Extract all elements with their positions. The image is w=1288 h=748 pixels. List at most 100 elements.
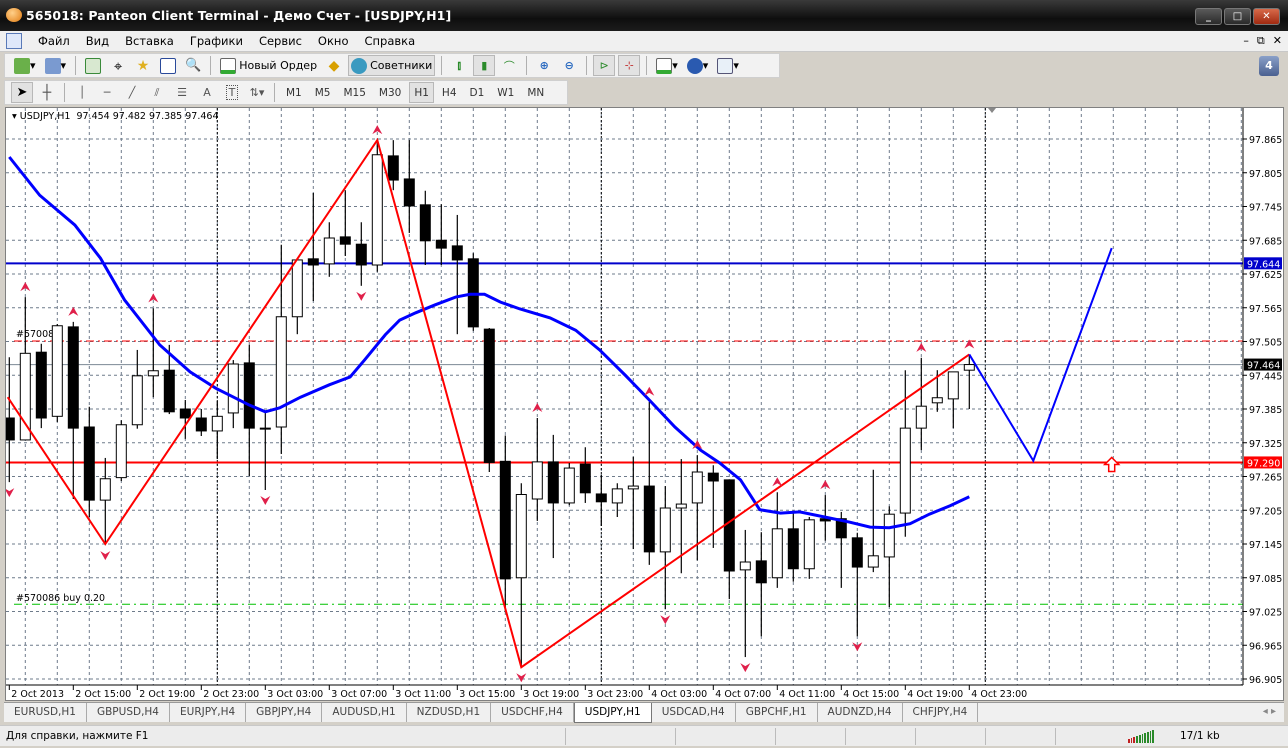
candle (771, 492, 783, 588)
candle (147, 308, 159, 398)
mdi-minimize-button[interactable]: – (1243, 34, 1249, 48)
menu-insert[interactable]: Вставка (117, 34, 182, 49)
arrows-tool[interactable]: ⇅▾ (246, 82, 268, 103)
tab-audnzd-h4[interactable]: AUDNZD,H4 (818, 703, 903, 722)
fibonacci-tool[interactable]: ☰ (171, 82, 193, 103)
timeframe-m1[interactable]: M1 (281, 82, 307, 103)
menu-file[interactable]: Файл (30, 34, 78, 49)
chart-shift-button[interactable]: ⊹ (618, 55, 641, 76)
timeframe-h4[interactable]: H4 (437, 82, 462, 103)
candle-body (883, 513, 895, 558)
price-chart[interactable]: #570086#570086 buy 0.2097.86597.80597.74… (6, 108, 1284, 701)
bar-chart-button[interactable]: ⫾ (448, 55, 470, 76)
crosshair-tool[interactable]: ┼ (36, 82, 58, 103)
crosshair-target-icon: ⌖ (113, 56, 123, 75)
menu-help[interactable]: Справка (356, 34, 423, 49)
line-chart-button[interactable]: ⌒ (498, 55, 520, 76)
horizontal-line-tool[interactable]: ─ (96, 82, 118, 103)
alert-button[interactable]: ◆ (323, 55, 345, 76)
menu-window[interactable]: Окно (310, 34, 357, 49)
tab-eurusd-h1[interactable]: EURUSD,H1 (4, 703, 87, 722)
tab-usdcad-h4[interactable]: USDCAD,H4 (652, 703, 736, 722)
timeframe-h1[interactable]: H1 (409, 82, 434, 103)
fractal-down-icon (740, 663, 751, 673)
minimize-button[interactable]: _ (1195, 8, 1222, 25)
terminal-button[interactable] (157, 55, 179, 76)
tab-gbpjpy-h4[interactable]: GBPJPY,H4 (246, 703, 323, 722)
mdi-restore-button[interactable]: ⧉ (1257, 34, 1265, 48)
new-order-button[interactable]: Новый Ордер (217, 55, 320, 76)
periods-button[interactable]: ▾ (684, 55, 712, 76)
time-tick-label: 3 Oct 11:00 (395, 689, 451, 700)
candle (627, 456, 639, 550)
text-tool[interactable]: A (196, 82, 218, 103)
tab-audusd-h1[interactable]: AUDUSD,H1 (322, 703, 407, 722)
candle-body (691, 471, 703, 504)
timeframe-d1[interactable]: D1 (465, 82, 490, 103)
status-help-text: Для справки, нажмите F1 (6, 730, 149, 742)
notifications-button[interactable]: 4 (1259, 56, 1279, 76)
projection-line (968, 247, 1113, 464)
price-tick-label: 97.565 (1249, 304, 1282, 315)
candlestick-chart-button[interactable]: ▮ (473, 55, 496, 76)
tab-usdjpy-h1[interactable]: USDJPY,H1 (573, 703, 652, 723)
price-tick-label: 97.025 (1249, 608, 1282, 619)
tab-chfjpy-h4[interactable]: CHFJPY,H4 (903, 703, 979, 722)
close-button[interactable]: ✕ (1253, 8, 1280, 25)
tab-nzdusd-h1[interactable]: NZDUSD,H1 (407, 703, 492, 722)
templates-button[interactable]: ▾ (714, 55, 742, 76)
candle (547, 434, 559, 559)
text-icon: A (203, 86, 211, 99)
strategy-tester-button[interactable]: 🔍 (182, 55, 204, 76)
equidistant-channel-tool[interactable]: ⫽ (146, 82, 168, 103)
tab-gbpchf-h1[interactable]: GBPCHF,H1 (736, 703, 818, 722)
indicators-icon (656, 57, 673, 74)
candle-body (51, 325, 63, 417)
mdi-close-button[interactable]: ✕ (1273, 34, 1282, 48)
menu-tools[interactable]: Сервис (251, 34, 310, 49)
autoscroll-button[interactable]: ⊳ (593, 55, 616, 76)
candle (835, 511, 847, 588)
chart-window[interactable]: #570086 #570086 buy 0.20 97.865 97.805 97.74… (5, 107, 1284, 701)
menu-view[interactable]: Вид (78, 34, 117, 49)
tab-gbpusd-h4[interactable]: GBPUSD,H4 (87, 703, 170, 722)
navigator-button[interactable]: ★ (132, 55, 154, 76)
trendline-tool[interactable]: ╱ (121, 82, 143, 103)
candle-body (67, 326, 79, 429)
time-tick-label: 3 Oct 19:00 (523, 689, 579, 700)
maximize-button[interactable]: □ (1224, 8, 1251, 25)
tab-usdchf-h4[interactable]: USDCHF,H4 (491, 703, 574, 722)
zoom-out-button[interactable]: ⊖ (558, 55, 580, 76)
timeframe-m5[interactable]: M5 (310, 82, 336, 103)
zoom-in-button[interactable]: ⊕ (533, 55, 555, 76)
candle-body (371, 154, 383, 266)
candle-body (707, 472, 719, 482)
cursor-tool[interactable]: ➤ (11, 82, 33, 103)
price-tick-label: 97.145 (1249, 540, 1282, 551)
timeframe-m30[interactable]: M30 (374, 82, 406, 103)
terminal-icon (160, 57, 177, 74)
profiles-button[interactable]: ▾ (42, 55, 70, 76)
tab-scroll-buttons[interactable]: ◂ ▸ (1263, 706, 1276, 717)
candle-body (339, 236, 351, 245)
vertical-line-tool[interactable]: │ (71, 82, 93, 103)
indicators-button[interactable]: ▾ (653, 55, 681, 76)
new-chart-button[interactable]: ▾ (11, 55, 39, 76)
experts-button[interactable]: Советники (348, 55, 436, 76)
timeframe-w1[interactable]: W1 (492, 82, 519, 103)
fractal-down-icon (6, 488, 15, 498)
timeframe-m15[interactable]: M15 (339, 82, 371, 103)
market-watch-button[interactable] (82, 55, 104, 76)
data-window-button[interactable]: ⌖ (107, 55, 129, 76)
text-label-tool[interactable]: T (221, 82, 243, 103)
time-tick-label: 2 Oct 19:00 (139, 689, 195, 700)
warning-icon: ◆ (328, 57, 340, 74)
candle (435, 204, 447, 265)
legend-collapse-icon[interactable]: ▾ (12, 111, 20, 122)
timeframe-mn[interactable]: MN (522, 82, 549, 103)
chart-document-icon[interactable] (6, 33, 22, 49)
tab-eurjpy-h4[interactable]: EURJPY,H4 (170, 703, 247, 722)
menu-charts[interactable]: Графики (182, 34, 251, 49)
candle (659, 486, 671, 610)
candle (755, 532, 767, 637)
